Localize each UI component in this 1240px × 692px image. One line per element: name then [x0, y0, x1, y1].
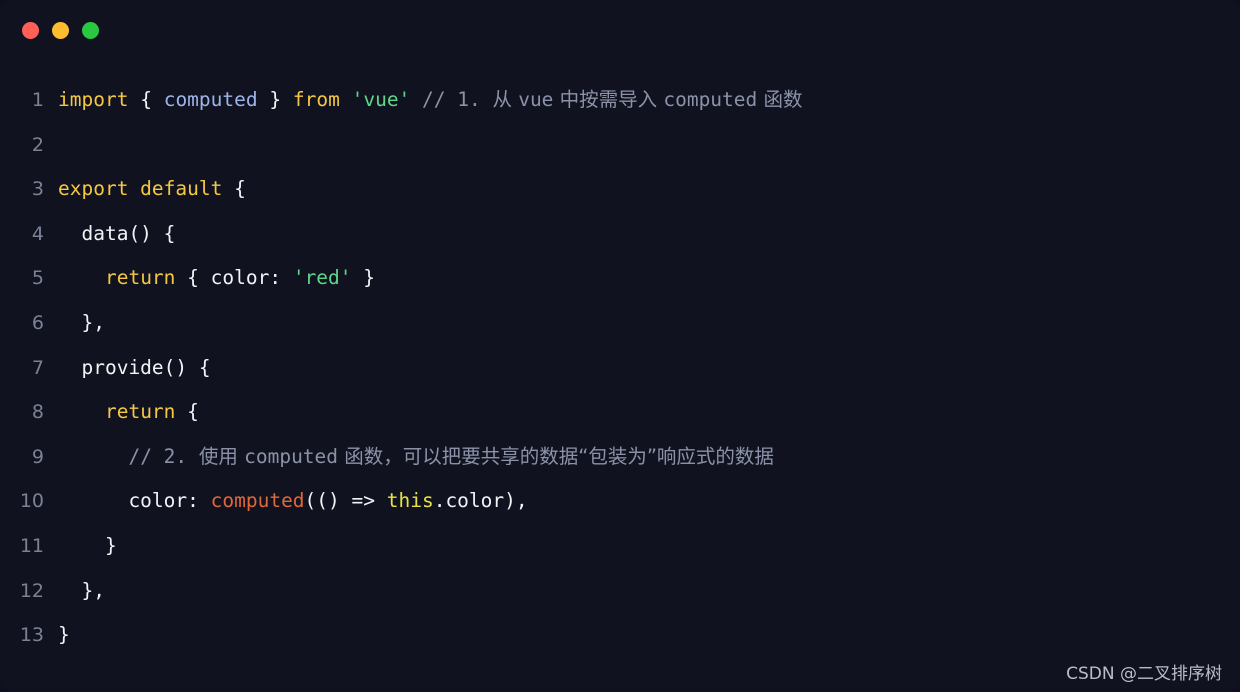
code-token: from [292, 88, 340, 111]
code-token: import [58, 88, 129, 111]
line-number: 4 [31, 222, 44, 245]
code-line: 11 } [0, 524, 1240, 569]
line-content: }, [58, 569, 105, 614]
line-number: 11 [19, 534, 44, 557]
line-number: 7 [31, 356, 44, 379]
line-number: 3 [31, 178, 44, 201]
line-content: data() { [58, 212, 175, 257]
line-number: 5 [31, 267, 44, 290]
line-content: import { computed } from 'vue' // 1. 从 v… [58, 78, 802, 123]
code-token: export default [58, 177, 223, 201]
line-number: 2 [31, 133, 44, 156]
maximize-button-icon[interactable] [82, 21, 99, 39]
code-token: // 1. [422, 88, 493, 111]
code-token: (() => [304, 489, 387, 513]
code-line: 12 }, [0, 569, 1240, 614]
code-token: } [351, 266, 376, 290]
code-token: 使用 [198, 444, 245, 468]
code-token: return [104, 266, 176, 290]
code-token: computed [244, 444, 339, 468]
code-line: 9 // 2. 使用 computed 函数，可以把要共享的数据“包装为”响应式… [0, 435, 1240, 480]
code-token: vue [518, 88, 554, 111]
code-token: 中按需导入 [553, 88, 664, 111]
code-token: 函数 [757, 88, 803, 111]
code-token: } [58, 533, 117, 557]
line-number: 13 [19, 624, 44, 647]
close-button-icon[interactable] [22, 21, 39, 39]
code-block: 1 import { computed } from 'vue' // 1. 从 … [0, 78, 1240, 658]
code-token: 函数，可以把要共享的数据“包装为”响应式的数据 [338, 444, 774, 468]
code-line: 3 export default { [0, 167, 1240, 212]
line-content: return { [58, 390, 199, 435]
code-line: 7 provide() { [0, 346, 1240, 391]
line-number: 9 [31, 445, 44, 468]
code-line: 8 return { [0, 390, 1240, 435]
code-token: data() { [58, 221, 176, 245]
code-token: computed [163, 88, 258, 111]
code-token: }, [58, 310, 105, 334]
code-line: 6 }, [0, 301, 1240, 346]
csdn-watermark: CSDN @二叉排序树 [1066, 664, 1222, 684]
code-token: 'red' [292, 266, 352, 290]
line-content: export default { [58, 167, 246, 212]
code-token: computed [210, 489, 305, 513]
code-token: { color: [175, 266, 293, 290]
code-token: color: [58, 489, 211, 513]
line-content: }, [58, 301, 105, 346]
code-token: this [386, 489, 434, 513]
code-token: } [269, 88, 282, 111]
code-line: 10 color: computed(() => this.color), [0, 479, 1240, 524]
line-number: 1 [31, 89, 44, 111]
line-number: 8 [31, 401, 44, 424]
code-token: { [175, 400, 199, 424]
code-token: 从 [492, 88, 519, 111]
code-line: 2 [0, 123, 1240, 168]
line-number: 12 [19, 579, 44, 602]
code-line: 1 import { computed } from 'vue' // 1. 从 … [0, 78, 1240, 123]
code-token: computed [663, 88, 758, 111]
line-number: 10 [19, 490, 44, 513]
line-content: } [58, 613, 70, 658]
code-token: { [222, 177, 246, 201]
window-titlebar [0, 0, 1240, 60]
code-token: .color), [433, 489, 528, 513]
code-token: // 2. [128, 444, 199, 468]
code-token: { [140, 88, 152, 111]
code-line: 5 return { color: 'red' } [0, 256, 1240, 301]
code-snippet-window: 1 import { computed } from 'vue' // 1. 从 … [0, 0, 1240, 692]
code-token: provide() { [58, 355, 211, 379]
code-token: }, [58, 578, 105, 602]
line-content: return { color: 'red' } [58, 256, 375, 301]
code-line: 13} [0, 613, 1240, 658]
code-line: 4 data() { [0, 212, 1240, 257]
line-content: } [58, 524, 117, 569]
minimize-button-icon[interactable] [52, 21, 69, 39]
code-token: } [58, 623, 70, 647]
line-number: 6 [31, 311, 44, 334]
code-token: return [104, 400, 176, 424]
line-content: // 2. 使用 computed 函数，可以把要共享的数据“包装为”响应式的数… [58, 435, 774, 480]
line-content: provide() { [58, 346, 211, 391]
code-token: 'vue' [351, 88, 411, 111]
line-content: color: computed(() => this.color), [58, 479, 528, 524]
